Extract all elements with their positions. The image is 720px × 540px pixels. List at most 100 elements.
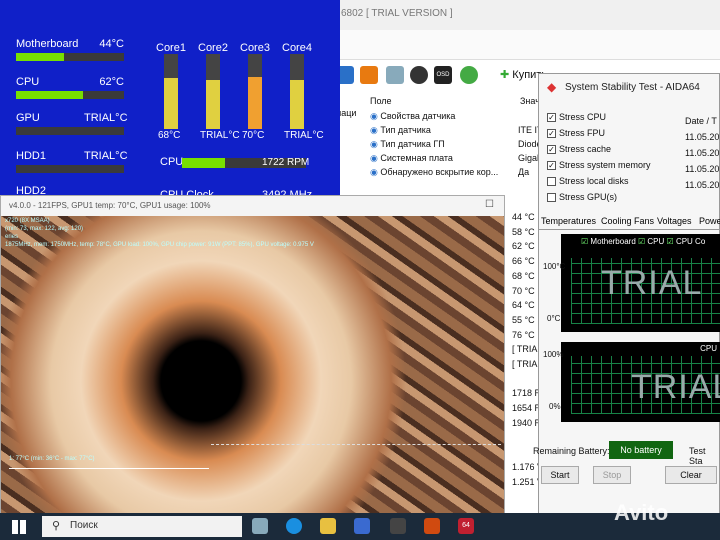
tab-voltages[interactable]: Voltages	[657, 216, 692, 226]
tree-item[interactable]: ◉ Системная плата	[370, 153, 453, 164]
temp-graph-line	[9, 468, 209, 469]
log-date: 11.05.20	[685, 180, 720, 190]
graph1-top-label: 100°C	[543, 262, 566, 271]
tree-item[interactable]: ◉ Обнаружено вскрытие кор...	[370, 167, 498, 178]
reading-value: 62 °C	[512, 241, 535, 252]
trial-watermark: TRIAL	[601, 264, 703, 302]
sensor-label: HDD1	[16, 150, 46, 162]
graph2-bottom-label: 0%	[549, 402, 561, 411]
flame-icon[interactable]	[360, 66, 378, 84]
sensor-icon: ◉	[370, 167, 378, 177]
core-bar	[248, 54, 262, 129]
sensor-value: 44°C	[99, 38, 124, 50]
legend-check-icon: ☑	[581, 237, 589, 246]
log-date: 11.05.20	[685, 148, 720, 158]
reading-value: 66 °C	[512, 256, 535, 267]
core-bar	[290, 54, 304, 129]
temp-graph-label: 1: 77°C (min: 36°C - max: 77°C)	[9, 456, 95, 462]
search-icon: ⚲	[52, 520, 61, 532]
legend-check-icon: ☑	[666, 237, 674, 246]
reading-value: 1654 R	[512, 403, 542, 414]
stress-checkbox[interactable]: ✓ Stress FPU	[547, 128, 605, 139]
core-label: Core3	[240, 42, 270, 54]
tree-value: Да	[518, 167, 530, 177]
core-value: TRIAL°C	[200, 130, 240, 141]
clear-button[interactable]: Clear	[665, 466, 717, 484]
overlay-line-2: (min: 73, max: 122, avg: 120)	[5, 226, 84, 232]
stability-tabs: Temperatures Cooling Fans Voltages Powe	[539, 214, 720, 230]
tab-cooling-fans[interactable]: Cooling Fans	[601, 216, 654, 226]
battery-label: Remaining Battery:	[533, 446, 610, 456]
stress-checkbox[interactable]: Stress GPU(s)	[547, 192, 617, 203]
checkbox-icon[interactable]	[547, 193, 556, 203]
reading-value: 1940 R	[512, 417, 542, 428]
checkbox-icon[interactable]: ✓	[547, 145, 556, 155]
sensor-bar	[16, 91, 124, 99]
core-bar	[164, 54, 178, 129]
test-status-label: Test Sta	[689, 446, 706, 466]
reading-value: 44 °C	[512, 212, 535, 222]
battery-value: No battery	[609, 441, 673, 459]
tree-item[interactable]: ◉ Тип датчика ГП	[370, 139, 445, 150]
sensor-bar	[16, 53, 124, 61]
stress-checkbox[interactable]: ✓ Stress CPU	[547, 112, 606, 123]
core-bar	[206, 54, 220, 129]
stress-checkbox[interactable]: ✓ Stress system memory	[547, 160, 651, 171]
task-view-icon[interactable]	[252, 518, 268, 534]
tab-temperatures[interactable]: Temperatures	[541, 216, 596, 226]
graph-legend: ☑ Motherboard ☑ CPU ☑ CPU Co	[581, 237, 706, 246]
overlay-line-4: 1875MHz, mem: 1750MHz, temp: 78°C, GPU l…	[5, 242, 314, 248]
windows-start-icon[interactable]	[12, 520, 26, 534]
tree-item[interactable]: ◉ Свойства датчика	[370, 111, 455, 122]
overlay-line-3: eries	[5, 234, 19, 240]
reading-value: 76 °C	[512, 329, 535, 340]
avito-watermark: Avito	[614, 500, 669, 525]
checkbox-icon[interactable]: ✓	[547, 129, 556, 139]
aida-logo-icon: ◆	[547, 80, 557, 94]
maximize-icon[interactable]: ☐	[485, 199, 494, 210]
checkbox-icon[interactable]	[547, 177, 556, 187]
sensor-value: 62°C	[99, 76, 124, 88]
app-icon[interactable]	[390, 518, 406, 534]
tab-power[interactable]: Powe	[699, 216, 720, 226]
stress-checkbox[interactable]: Stress local disks	[547, 176, 629, 187]
legend-check-icon: ☑	[638, 237, 646, 246]
column-field-header: Поле	[370, 96, 392, 106]
reading-value: 55 °C	[512, 314, 535, 325]
user-icon[interactable]	[410, 66, 428, 84]
cpu-usage-graph: CPU TRIAL	[561, 342, 720, 422]
search-input[interactable]: ⚲ Поиск	[42, 516, 242, 537]
file-explorer-icon[interactable]	[320, 518, 336, 534]
graph2-top-label: 100%	[543, 350, 564, 359]
sensor-bar	[16, 127, 124, 135]
app-icon-2[interactable]	[424, 518, 440, 534]
tree-item[interactable]: ◉ Тип датчика	[370, 125, 431, 136]
gauge-icon[interactable]	[460, 66, 478, 84]
graph2-label: CPU	[700, 344, 717, 353]
sensor-icon: ◉	[370, 111, 378, 121]
core-label: Core2	[198, 42, 228, 54]
aida64-taskbar-icon[interactable]: 64	[458, 518, 474, 534]
osd-icon[interactable]: OSD	[434, 66, 452, 84]
core-label: Core4	[282, 42, 312, 54]
edge-icon[interactable]	[286, 518, 302, 534]
trial-watermark: TRIAL	[631, 368, 720, 406]
reading-value: 68 °C	[512, 270, 535, 281]
taskbar: ⚲ Поиск 64	[0, 513, 720, 540]
tools-icon[interactable]	[386, 66, 404, 84]
window-title: 6802 [ TRIAL VERSION ]	[331, 0, 720, 30]
stress-checkbox[interactable]: ✓ Stress cache	[547, 144, 611, 155]
benchmark-window[interactable]: v4.0.0 - 121FPS, GPU1 temp: 70°C, GPU1 u…	[0, 195, 505, 520]
sensor-value: TRIAL°C	[84, 112, 128, 124]
store-icon[interactable]	[354, 518, 370, 534]
reading-value: 58 °C	[512, 226, 535, 237]
checkbox-icon[interactable]: ✓	[547, 161, 556, 171]
sensor-label: GPU	[16, 112, 40, 124]
stop-button[interactable]: Stop	[593, 466, 631, 484]
reading-value: 1718 R	[512, 388, 542, 399]
start-button[interactable]: Start	[541, 466, 579, 484]
sensor-value: TRIAL°C	[84, 150, 128, 162]
checkbox-icon[interactable]: ✓	[547, 113, 556, 123]
core-value: 68°C	[158, 130, 181, 141]
core-value: TRIAL°C	[284, 130, 324, 141]
